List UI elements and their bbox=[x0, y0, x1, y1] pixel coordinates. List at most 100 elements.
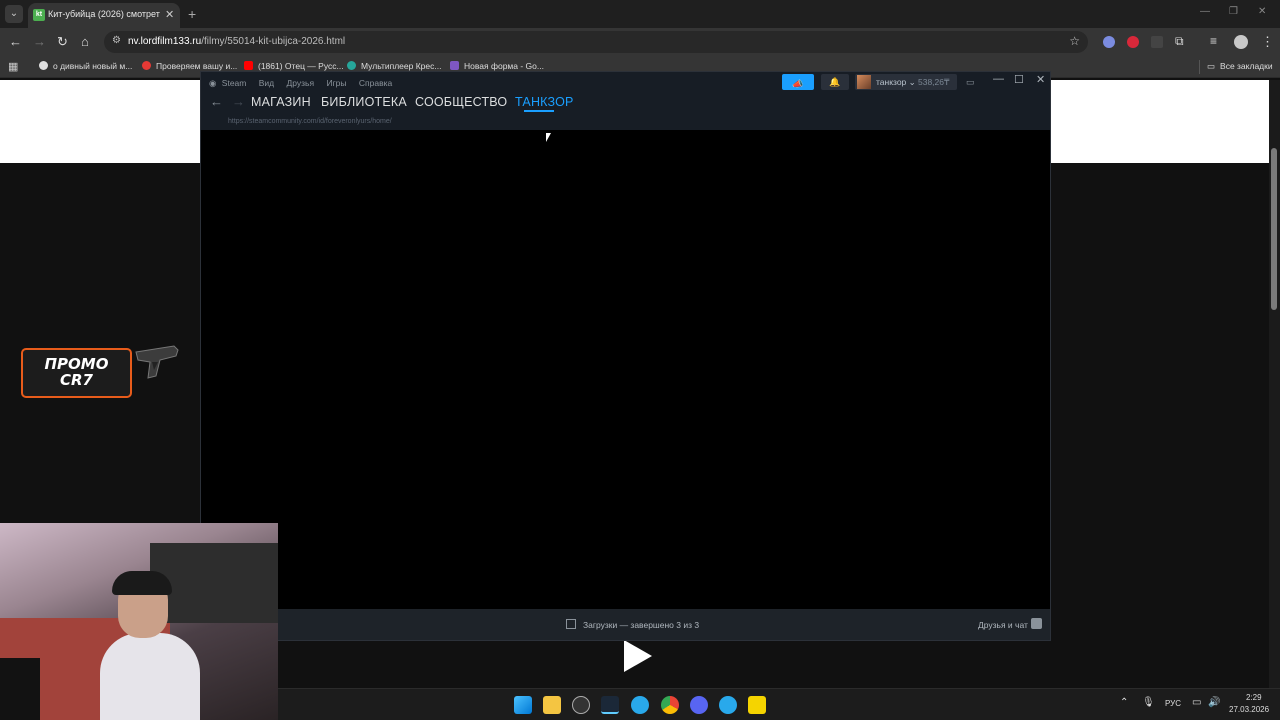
bookmark-item[interactable]: о дивный новый м... bbox=[39, 61, 132, 71]
steam-taskbar-icon[interactable] bbox=[601, 696, 619, 714]
mouse-cursor bbox=[546, 133, 551, 142]
clock-date[interactable]: 27.03.2026 bbox=[1229, 705, 1269, 714]
all-bookmarks[interactable]: ▭ Все закладки bbox=[1207, 61, 1273, 72]
avatar bbox=[857, 75, 871, 89]
wallet-balance: 538,26₸ bbox=[918, 77, 950, 87]
nav-user[interactable]: ТАНКЗОР bbox=[515, 95, 574, 109]
bookmark-item[interactable]: (1861) Отец — Русс... bbox=[244, 61, 344, 71]
steam-header: ◉ Steam Вид Друзья Игры Справка ← → МАГА… bbox=[201, 72, 1050, 130]
file-explorer-icon[interactable] bbox=[543, 696, 561, 714]
apps-grid-icon[interactable]: ▦ bbox=[8, 60, 18, 73]
steam-footer: Загрузки — завершено 3 из 3 Друзья и чат bbox=[201, 609, 1050, 640]
bookmark-item[interactable]: Новая форма - Go... bbox=[450, 61, 544, 71]
url-text: nv.lordfilm133.ru/filmy/55014-kit-ubijca… bbox=[128, 36, 345, 47]
new-tab-icon[interactable]: + bbox=[188, 6, 196, 22]
nav-library[interactable]: БИБЛИОТЕКА bbox=[321, 95, 407, 109]
extensions-puzzle-icon[interactable]: ⧉ bbox=[1175, 34, 1184, 49]
home-icon[interactable]: ⌂ bbox=[81, 34, 89, 49]
account-menu-button[interactable]: танкзор ⌄ 538,26₸ bbox=[855, 74, 957, 90]
steam-minimize-icon[interactable]: — bbox=[993, 73, 1004, 85]
steam-maximize-icon[interactable]: ☐ bbox=[1014, 73, 1024, 86]
promo-banner[interactable]: ПРОМО CR7 bbox=[21, 348, 132, 398]
tab-favicon-icon: kt bbox=[33, 9, 45, 21]
restore-icon[interactable]: ❐ bbox=[1229, 6, 1238, 17]
steam-back-icon[interactable]: ← bbox=[210, 94, 223, 109]
menu-item-games[interactable]: Игры bbox=[326, 78, 346, 88]
url-domain: nv.lordfilm133.ru bbox=[128, 36, 202, 47]
extension-icon[interactable] bbox=[1127, 36, 1139, 48]
minimize-icon[interactable]: — bbox=[1200, 6, 1210, 17]
bookmark-label: Мультиплеер Крес... bbox=[361, 61, 442, 71]
steam-window: ◉ Steam Вид Друзья Игры Справка ← → МАГА… bbox=[200, 71, 1051, 641]
folder-icon: ▭ bbox=[1207, 61, 1216, 71]
nav-store[interactable]: МАГАЗИН bbox=[251, 95, 311, 109]
bookmark-label: (1861) Отец — Русс... bbox=[258, 61, 344, 71]
tab-close-icon[interactable]: ✕ bbox=[165, 8, 174, 21]
play-icon[interactable] bbox=[622, 638, 654, 674]
steam-url[interactable]: https://steamcommunity.com/id/foreveronl… bbox=[228, 118, 392, 125]
webcam-headphones bbox=[112, 571, 172, 595]
reload-icon[interactable]: ↻ bbox=[57, 34, 68, 50]
big-picture-icon[interactable]: ▭ bbox=[966, 77, 975, 88]
chrome-menu-icon[interactable]: ⋮ bbox=[1261, 34, 1274, 50]
friends-chat-button[interactable]: Друзья и чат bbox=[978, 620, 1028, 630]
window-close-icon[interactable]: ✕ bbox=[1258, 6, 1266, 17]
media-control-icon[interactable]: ≡ bbox=[1210, 34, 1217, 48]
bookmark-label: Проверяем вашу и... bbox=[156, 61, 238, 71]
webcam-person bbox=[100, 633, 200, 720]
extension-icon[interactable] bbox=[1151, 36, 1163, 48]
bookmark-star-icon[interactable]: ☆ bbox=[1069, 34, 1080, 48]
bookmark-label: о дивный новый м... bbox=[53, 61, 133, 71]
volume-icon[interactable]: 🔊 bbox=[1208, 697, 1220, 708]
chrome-icon[interactable] bbox=[661, 696, 679, 714]
active-nav-indicator bbox=[524, 110, 554, 112]
bookmark-favicon-icon bbox=[347, 61, 356, 70]
extension-icon[interactable] bbox=[1103, 36, 1115, 48]
taskbar: ⌃ 🎙 РУС ▭ 🔊 2:29 27.03.2026 bbox=[278, 688, 1280, 720]
telegram-icon[interactable] bbox=[631, 696, 649, 714]
bookmark-item[interactable]: Проверяем вашу и... bbox=[142, 61, 237, 71]
browser-tab-bar: ⌄ kt Кит-убийца (2026) смотреть о ✕ + — … bbox=[0, 0, 1280, 28]
announcements-button[interactable]: 📣 bbox=[782, 74, 814, 90]
nav-community[interactable]: СООБЩЕСТВО bbox=[415, 95, 507, 109]
all-bookmarks-label: Все закладки bbox=[1220, 61, 1273, 71]
clock-time[interactable]: 2:29 bbox=[1246, 693, 1262, 702]
forward-icon[interactable]: → bbox=[33, 34, 46, 49]
menu-item-steam[interactable]: Steam bbox=[222, 78, 247, 88]
windows-start-icon[interactable] bbox=[514, 696, 532, 714]
steam-close-icon[interactable]: ✕ bbox=[1036, 73, 1045, 86]
megaphone-icon: 📣 bbox=[792, 79, 804, 89]
tab-search-button[interactable]: ⌄ bbox=[5, 5, 23, 23]
downloads-icon[interactable] bbox=[566, 619, 576, 629]
discord-icon[interactable] bbox=[690, 696, 708, 714]
friends-chat-icon[interactable] bbox=[1031, 618, 1042, 629]
username: танкзор ⌄ bbox=[876, 77, 916, 87]
steam-forward-icon[interactable]: → bbox=[232, 94, 245, 109]
promo-code: CR7 bbox=[60, 371, 93, 389]
language-indicator[interactable]: РУС bbox=[1165, 699, 1181, 708]
telegram-icon[interactable] bbox=[719, 696, 737, 714]
tray-chevron-icon[interactable]: ⌃ bbox=[1120, 697, 1128, 708]
address-bar[interactable]: ⚙ nv.lordfilm133.ru/filmy/55014-kit-ubij… bbox=[104, 31, 1088, 53]
webcam-overlay bbox=[0, 523, 278, 720]
back-icon[interactable]: ← bbox=[9, 34, 22, 49]
bookmark-item[interactable]: Мультиплеер Крес... bbox=[347, 61, 441, 71]
menu-item-help[interactable]: Справка bbox=[359, 78, 392, 88]
url-path: /filmy/55014-kit-ubijca-2026.html bbox=[201, 36, 346, 47]
page-header-area bbox=[0, 80, 200, 163]
profile-avatar[interactable] bbox=[1234, 35, 1248, 49]
browser-tab-active[interactable]: kt Кит-убийца (2026) смотреть о ✕ bbox=[28, 3, 180, 28]
microphone-icon[interactable]: 🎙 bbox=[1142, 697, 1155, 708]
steam-app-icon[interactable] bbox=[572, 696, 590, 714]
menu-item-view[interactable]: Вид bbox=[259, 78, 274, 88]
notifications-bell-icon[interactable]: 🔔 bbox=[821, 74, 849, 90]
scrollbar-thumb[interactable] bbox=[1271, 148, 1277, 310]
youtube-icon bbox=[244, 61, 253, 70]
page-scrollbar[interactable] bbox=[1269, 80, 1280, 688]
divider bbox=[1199, 60, 1200, 74]
app-icon[interactable] bbox=[748, 696, 766, 714]
network-icon[interactable]: ▭ bbox=[1192, 697, 1201, 708]
site-info-icon[interactable]: ⚙ bbox=[112, 35, 121, 46]
downloads-status[interactable]: Загрузки — завершено 3 из 3 bbox=[583, 620, 699, 630]
menu-item-friends[interactable]: Друзья bbox=[287, 78, 315, 88]
